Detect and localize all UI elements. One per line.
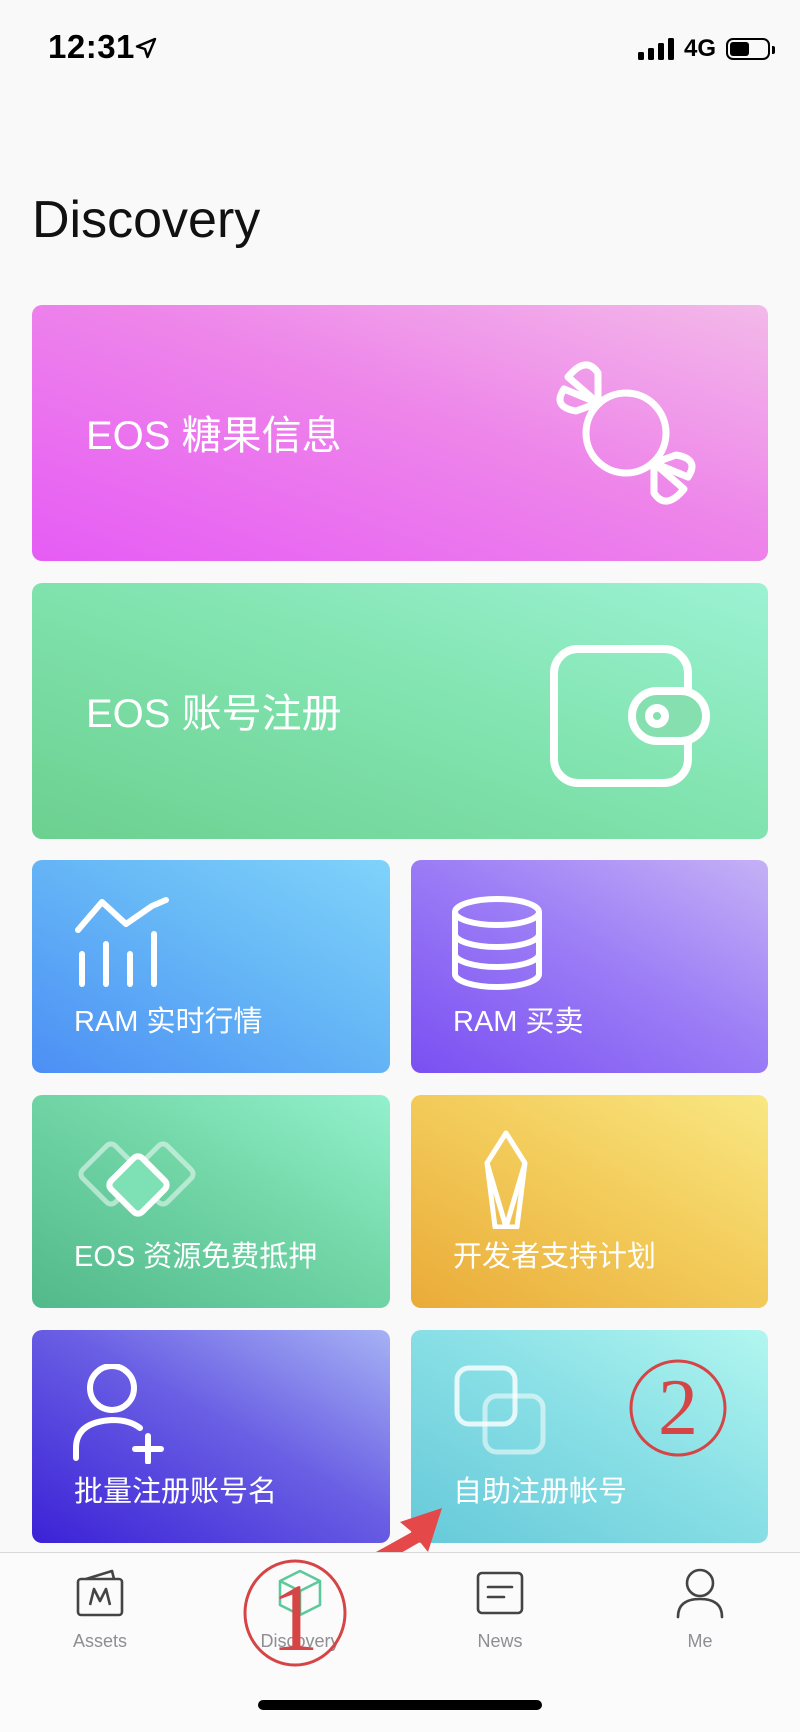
tab-assets-label: Assets <box>72 1631 128 1651</box>
self-register-label: 自助注册帐号 <box>453 1476 628 1508</box>
discovery-screen: 12:31 4G Discovery EOS 糖果信息 EOS 账号注册 RAM… <box>0 0 800 1732</box>
ram-market-label: RAM 实时行情 <box>74 1006 263 1038</box>
candy-info-card[interactable]: EOS 糖果信息 <box>32 305 768 561</box>
annotation-marker-2: 2 <box>629 1359 727 1457</box>
batch-register-label: 批量注册账号名 <box>74 1476 278 1508</box>
free-resource-card[interactable]: EOS 资源免费抵押 <box>32 1095 390 1308</box>
tab-assets[interactable]: Assets <box>0 1553 200 1663</box>
ram-market-card[interactable]: RAM 实时行情 <box>32 860 390 1073</box>
network-type: 4G <box>683 35 716 62</box>
batch-register-card[interactable]: 批量注册账号名 <box>32 1330 390 1543</box>
account-register-label: EOS 账号注册 <box>86 692 342 736</box>
overlap-squares-icon <box>454 1365 546 1455</box>
annotation-marker-2-text: 2 <box>658 1364 698 1452</box>
candy-icon <box>556 361 696 505</box>
home-indicator <box>258 1700 542 1710</box>
free-resource-label: EOS 资源免费抵押 <box>74 1241 318 1273</box>
chart-icon <box>75 897 169 987</box>
assets-icon <box>76 1569 124 1617</box>
annotation-marker-1: 1 <box>243 1559 347 1668</box>
tab-news[interactable]: News <box>400 1553 600 1663</box>
developer-support-label: 开发者支持计划 <box>453 1241 657 1273</box>
diamond-stack-icon <box>78 1141 196 1217</box>
tab-me-label: Me <box>687 1631 713 1651</box>
annotation-marker-1-text: 1 <box>271 1564 319 1668</box>
status-indicators: 4G <box>637 34 775 64</box>
user-icon <box>676 1568 724 1619</box>
eos-logo-icon <box>484 1130 528 1229</box>
wallet-icon <box>550 645 710 787</box>
developer-support-card[interactable]: 开发者支持计划 <box>411 1095 768 1308</box>
candy-info-label: EOS 糖果信息 <box>86 414 342 458</box>
account-register-card[interactable]: EOS 账号注册 <box>32 583 768 839</box>
battery-level <box>730 42 749 56</box>
news-icon <box>476 1571 524 1615</box>
ram-trade-label: RAM 买卖 <box>453 1006 584 1038</box>
ram-trade-card[interactable]: RAM 买卖 <box>411 860 768 1073</box>
status-time: 12:31 <box>48 28 135 65</box>
battery-icon <box>726 38 775 60</box>
tab-me[interactable]: Me <box>600 1553 800 1663</box>
add-user-icon <box>73 1364 164 1464</box>
status-bar: 12:31 4G <box>0 0 800 100</box>
cellular-signal-icon <box>637 38 674 60</box>
database-icon <box>452 896 542 990</box>
location-arrow-icon <box>135 37 157 59</box>
tab-news-label: News <box>477 1631 523 1651</box>
page-title: Discovery <box>32 191 261 249</box>
